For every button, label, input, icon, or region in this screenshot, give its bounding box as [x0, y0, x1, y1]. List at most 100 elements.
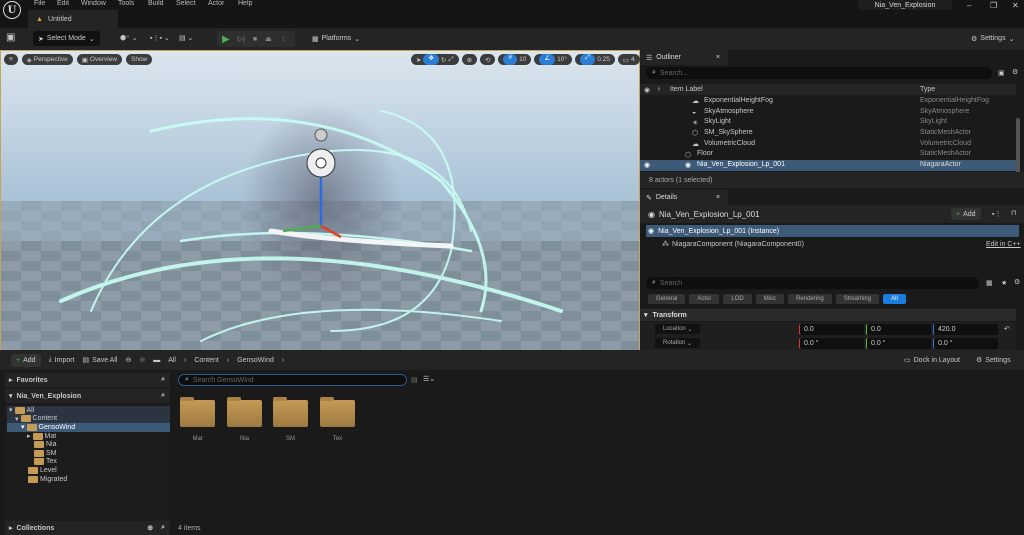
- folder-tile-nia[interactable]: [227, 397, 262, 427]
- blueprint-icon[interactable]: ▪⋮▪ ⌄: [150, 34, 170, 42]
- search-icon[interactable]: ⌕: [161, 392, 165, 400]
- visibility-icon[interactable]: ◉: [644, 86, 650, 94]
- scale-snap-value[interactable]: 0.25: [597, 56, 610, 63]
- component-row[interactable]: ⁂ NiagaraComponent (NiagaraComponent0): [662, 240, 804, 249]
- item-label-column[interactable]: Item Label: [670, 86, 703, 93]
- maximize-icon[interactable]: ❐: [990, 1, 997, 10]
- grid-snap-toggle[interactable]: #10: [498, 54, 532, 65]
- cinematics-icon[interactable]: ▤ ⌄: [179, 34, 193, 42]
- add-actor-icon[interactable]: ⬢⁺ ⌄: [120, 34, 138, 42]
- filter-general[interactable]: General: [648, 294, 686, 304]
- breadcrumb-gensowind[interactable]: GensoWind: [237, 357, 274, 364]
- collections-header[interactable]: ▸ Collections ⊕ ⌕: [5, 521, 170, 535]
- rotation-y-field[interactable]: 0.0 °: [866, 338, 931, 349]
- rotate-tool-icon[interactable]: ↻: [441, 56, 446, 64]
- filter-icon[interactable]: ☰⌄: [423, 375, 435, 383]
- rotation-snap-toggle[interactable]: ∠ 10°: [534, 54, 572, 65]
- filter-actor[interactable]: Actor: [689, 294, 720, 304]
- save-search-icon[interactable]: ▤: [411, 376, 418, 384]
- type-column[interactable]: Type: [920, 86, 935, 93]
- content-settings-button[interactable]: ⚙ Settings: [976, 356, 1011, 365]
- favorites-header[interactable]: ▸ Favorites ⌕: [5, 373, 170, 387]
- move-tool-icon[interactable]: ✥: [423, 54, 439, 65]
- details-tab[interactable]: ✎ Details ×: [640, 190, 728, 205]
- tree-item-mat[interactable]: ▸ Mat: [7, 432, 170, 441]
- breadcrumb-content[interactable]: Content: [194, 357, 219, 364]
- star-icon[interactable]: ★: [1001, 279, 1007, 287]
- level-tab[interactable]: ▲ Untitled: [28, 10, 118, 28]
- folder-tile-sm[interactable]: [273, 397, 308, 427]
- search-icon[interactable]: ⌕: [161, 376, 165, 384]
- filter-rendering[interactable]: Rendering: [788, 294, 832, 304]
- content-search-input[interactable]: ⌕ Search GensoWind: [178, 374, 407, 386]
- more-options-icon[interactable]: ⋮: [280, 35, 287, 43]
- select-tool-icon[interactable]: ➤: [416, 56, 421, 64]
- folder-tile-mat[interactable]: [180, 397, 215, 427]
- menu-edit[interactable]: Edit: [57, 0, 69, 8]
- gear-icon[interactable]: ⚙: [1014, 278, 1020, 286]
- menu-actor[interactable]: Actor: [208, 0, 224, 8]
- scale-snap-toggle[interactable]: ⤢ 0.25: [575, 54, 615, 65]
- menu-tools[interactable]: Tools: [118, 0, 134, 8]
- menu-build[interactable]: Build: [148, 0, 164, 8]
- level-viewport[interactable]: ≡ ◈ Perspective ▣ Overview Show ➤ ✥ ↻ ⤢ ⊕ ⟲ #…: [0, 50, 659, 351]
- platforms-dropdown[interactable]: ▦ Platforms ⌄: [307, 31, 365, 46]
- rotation-x-field[interactable]: 0.0 °: [799, 338, 864, 349]
- eject-icon[interactable]: ⏏: [265, 35, 272, 43]
- table-view-icon[interactable]: ▦: [986, 279, 993, 287]
- step-icon[interactable]: ▷|: [238, 35, 245, 43]
- reset-icon[interactable]: ↶: [1004, 325, 1010, 333]
- location-z-field[interactable]: 420.0: [933, 324, 998, 335]
- grid-snap-value[interactable]: 10: [519, 56, 526, 63]
- play-icon[interactable]: ▶: [222, 34, 230, 45]
- add-collection-icon[interactable]: ⊕: [147, 524, 153, 532]
- project-header[interactable]: ▾ Nia_Ven_Explosion ⌕: [5, 389, 170, 403]
- filter-all[interactable]: All: [883, 294, 906, 304]
- camera-speed-button[interactable]: ▭ 4: [617, 54, 640, 65]
- filter-lod[interactable]: LOD: [723, 294, 752, 304]
- search-icon[interactable]: ⌕: [161, 524, 165, 532]
- menu-file[interactable]: File: [34, 0, 45, 8]
- add-folder-icon[interactable]: ▣: [998, 69, 1005, 77]
- viewport-menu-icon[interactable]: ≡: [4, 54, 18, 65]
- tree-item-all[interactable]: ▾ All: [7, 406, 170, 415]
- visibility-icon[interactable]: ◉: [644, 161, 650, 169]
- perspective-button[interactable]: ◈ Perspective: [21, 54, 73, 65]
- filter-misc[interactable]: Misc: [755, 294, 785, 304]
- rotation-z-field[interactable]: 0.0 °: [933, 338, 998, 349]
- scale-tool-icon[interactable]: ⤢: [448, 56, 453, 64]
- edit-in-cpp-link[interactable]: Edit in C++: [986, 241, 1021, 248]
- add-button[interactable]: + Add: [11, 353, 41, 367]
- pin-icon[interactable]: ⍿: [658, 86, 660, 94]
- instance-row[interactable]: ◉ Nia_Ven_Explosion_Lp_001 (Instance): [646, 225, 1019, 237]
- outliner-row[interactable]: ⬡ SM_SkySphere StaticMeshActor: [640, 128, 1016, 139]
- location-y-field[interactable]: 0.0: [866, 324, 931, 335]
- outliner-row[interactable]: ☁ ExponentialHeightFog ExponentialHeightFo…: [640, 96, 1016, 107]
- forward-icon[interactable]: ⊕: [139, 356, 145, 364]
- tree-item-content[interactable]: ▾ Content: [7, 414, 170, 424]
- location-x-field[interactable]: 0.0: [799, 324, 864, 335]
- close-icon[interactable]: ✕: [1012, 1, 1019, 10]
- minimize-icon[interactable]: –: [967, 1, 971, 10]
- back-icon[interactable]: ⊖: [125, 356, 131, 364]
- tree-item-gensowind[interactable]: ▾ GensoWind: [7, 423, 170, 432]
- show-button[interactable]: Show: [126, 54, 153, 65]
- outliner-row[interactable]: ◒ SkyAtmosphere SkyAtmosphere: [640, 107, 1016, 118]
- settings-dropdown[interactable]: ⚙ Settings ⌄: [966, 31, 1019, 46]
- outliner-scrollbar[interactable]: [1016, 118, 1020, 173]
- gear-icon[interactable]: ⚙: [1012, 68, 1018, 76]
- rotation-snap-value[interactable]: 10°: [557, 56, 567, 63]
- outliner-row-selected[interactable]: ◉ ◉ Nia_Ven_Explosion_Lp_001 NiagaraActor: [640, 160, 1016, 171]
- add-component-button[interactable]: + Add: [951, 208, 981, 220]
- transform-section[interactable]: ▾ Transform: [640, 309, 1016, 321]
- outliner-row[interactable]: ☁ VolumetricCloud VolumetricCloud: [640, 139, 1016, 150]
- folder-tile-tex[interactable]: [320, 397, 355, 427]
- save-icon[interactable]: ▣: [6, 32, 15, 43]
- select-mode-dropdown[interactable]: ➤ Select Mode ⌄: [33, 31, 100, 46]
- unreal-logo-icon[interactable]: U: [3, 1, 21, 19]
- outliner-tab[interactable]: ☰ Outliner ×: [640, 50, 728, 65]
- tree-item-tex[interactable]: Tex: [7, 458, 170, 467]
- close-tab-icon[interactable]: ×: [716, 54, 720, 61]
- blueprint-icon[interactable]: ▪⋮: [992, 210, 1001, 218]
- surface-snap-icon[interactable]: ⟲: [480, 54, 496, 65]
